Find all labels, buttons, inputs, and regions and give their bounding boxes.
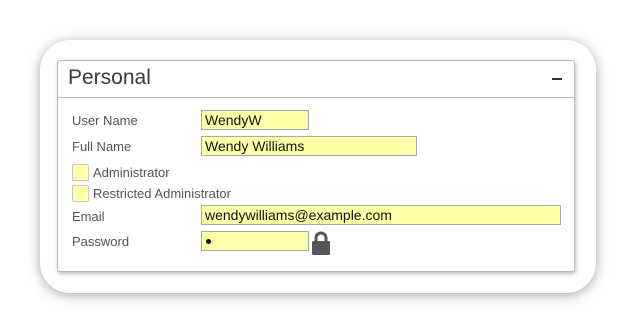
panel-header: Personal bbox=[58, 61, 574, 98]
email-input[interactable]: wendywilliams@example.com bbox=[201, 205, 561, 225]
fullname-label: Full Name bbox=[72, 139, 132, 154]
username-label: User Name bbox=[72, 113, 138, 128]
fullname-input[interactable]: Wendy Williams bbox=[201, 136, 417, 156]
password-input[interactable] bbox=[201, 231, 309, 251]
administrator-label: Administrator bbox=[93, 165, 170, 180]
restricted-administrator-label: Restricted Administrator bbox=[93, 186, 231, 201]
restricted-administrator-checkbox[interactable] bbox=[72, 185, 89, 202]
administrator-checkbox[interactable] bbox=[72, 164, 89, 181]
password-label: Password bbox=[72, 234, 130, 249]
panel-title: Personal bbox=[68, 66, 151, 89]
password-mask-dot bbox=[206, 239, 211, 244]
username-input[interactable]: WendyW bbox=[201, 110, 309, 130]
collapse-minus-icon[interactable] bbox=[550, 66, 564, 90]
lock-icon bbox=[312, 231, 330, 255]
email-label: Email bbox=[72, 209, 105, 224]
